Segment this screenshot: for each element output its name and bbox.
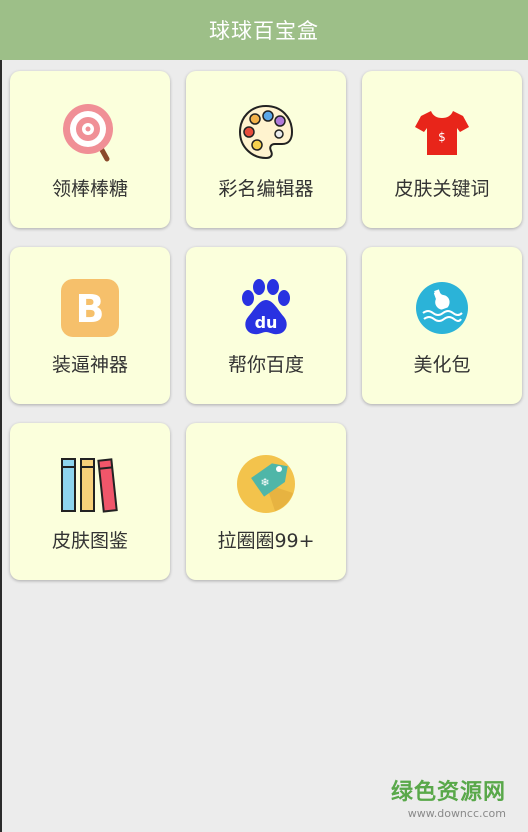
- tag-icon: ❄: [235, 453, 297, 515]
- svg-text:$: $: [438, 130, 446, 144]
- card-label: 皮肤关键词: [394, 178, 490, 200]
- page-title: 球球百宝盒: [209, 19, 319, 43]
- card-palette[interactable]: 彩名编辑器: [186, 71, 346, 228]
- card-label: 彩名编辑器: [218, 178, 314, 200]
- svg-text:❄: ❄: [260, 476, 269, 489]
- card-label: 装逼神器: [51, 354, 128, 376]
- bottle-icon: [411, 277, 473, 339]
- card-show-off-tool[interactable]: B 装逼神器: [10, 247, 170, 404]
- baidu-paw-icon: du: [235, 277, 297, 339]
- watermark-url: www.downcc.com: [407, 807, 506, 820]
- palette-icon: [235, 101, 297, 163]
- card-baidu[interactable]: du 帮你百度: [186, 247, 346, 404]
- watermark-title: 绿色资源网: [390, 780, 506, 805]
- lollipop-icon: [59, 101, 121, 163]
- left-edge-bar: [0, 0, 2, 832]
- watermark: 绿色资源网 www.downcc.com: [391, 774, 506, 820]
- card-lollipop[interactable]: 领棒棒糖: [10, 71, 170, 228]
- app-header: 球球百宝盒: [0, 0, 528, 60]
- b-letter-icon: B: [59, 277, 121, 339]
- books-icon: [59, 453, 121, 515]
- card-skin-keywords[interactable]: $ 皮肤关键词: [362, 71, 522, 228]
- card-label: 皮肤图鉴: [51, 530, 128, 552]
- card-circle-99[interactable]: ❄ 拉圈圈99+: [186, 423, 346, 580]
- card-label: 领棒棒糖: [51, 178, 128, 200]
- card-beautify-pack[interactable]: 美化包: [362, 247, 522, 404]
- tshirt-icon: $: [411, 101, 473, 163]
- card-skin-gallery[interactable]: 皮肤图鉴: [10, 423, 170, 580]
- card-label: 美化包: [413, 354, 471, 376]
- svg-text:B: B: [76, 287, 105, 331]
- card-label: 帮你百度: [227, 354, 304, 376]
- svg-text:du: du: [255, 313, 278, 332]
- card-label: 拉圈圈99+: [217, 530, 315, 552]
